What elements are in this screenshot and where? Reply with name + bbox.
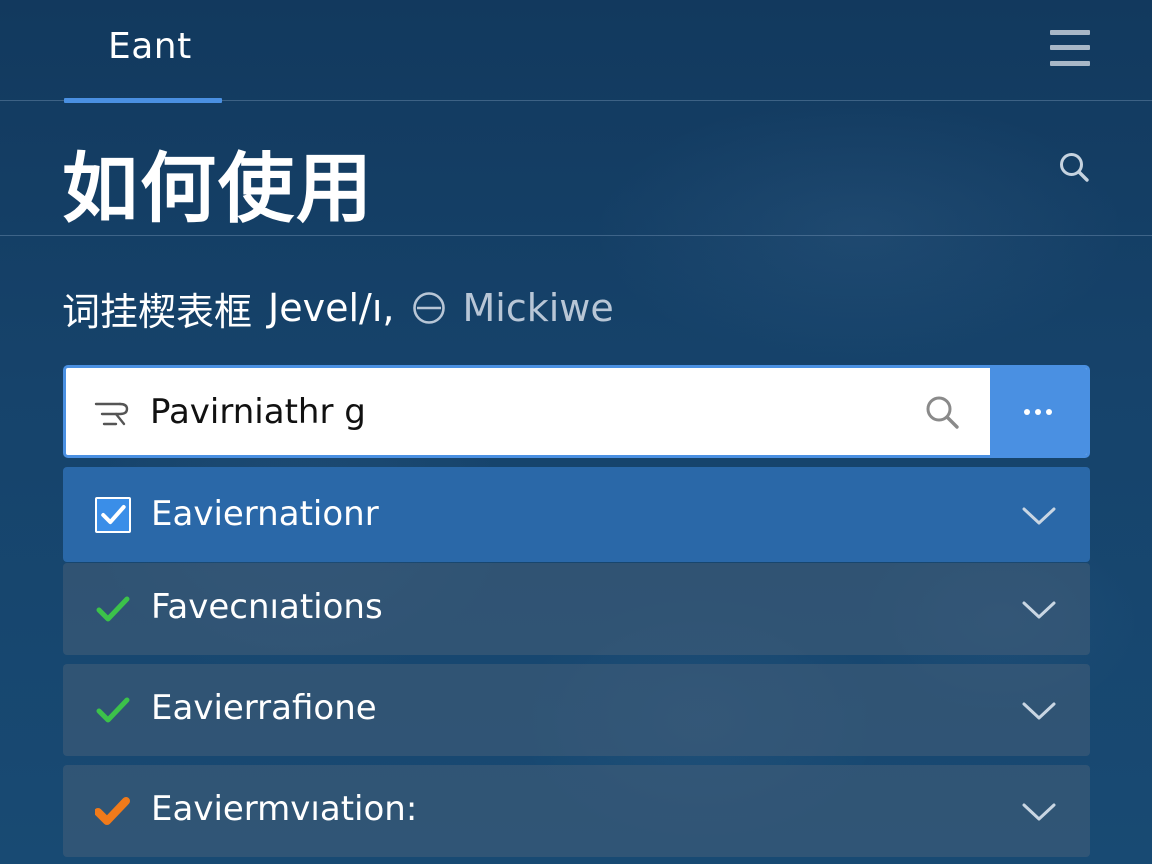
checkbox-checked-icon[interactable] bbox=[95, 497, 131, 533]
more-button[interactable] bbox=[990, 368, 1087, 455]
menu-icon[interactable] bbox=[1050, 30, 1090, 66]
subtitle-main: 词挂楔表框 bbox=[62, 289, 253, 334]
subtitle-secondary: Jevel/ı, bbox=[268, 286, 395, 330]
search-icon[interactable] bbox=[1058, 151, 1090, 183]
tab-active[interactable]: Eant bbox=[64, 0, 222, 103]
list-item-label: Favecnıations bbox=[151, 587, 383, 627]
chevron-down-icon[interactable] bbox=[1021, 598, 1057, 622]
list-item-label: Eaviermvıation: bbox=[151, 789, 418, 829]
filter-icon[interactable] bbox=[94, 396, 130, 428]
circle-minus-icon bbox=[413, 292, 446, 324]
list-item[interactable]: Eavierrafione bbox=[63, 664, 1090, 756]
check-icon bbox=[96, 697, 130, 723]
check-icon bbox=[96, 596, 130, 622]
title-row: 如何使用 bbox=[0, 101, 1152, 236]
search-input[interactable] bbox=[150, 382, 890, 442]
subtitle-user[interactable]: Mickiwe bbox=[462, 286, 613, 330]
check-orange-icon bbox=[95, 797, 130, 825]
search-icon[interactable] bbox=[924, 394, 960, 430]
list-item[interactable]: Eaviernationr bbox=[63, 467, 1090, 562]
top-bar: Eant bbox=[0, 0, 1152, 103]
page-title: 如何使用 bbox=[62, 144, 374, 233]
list-item[interactable]: Eaviermvıation: bbox=[63, 765, 1090, 857]
list-item-label: Eavierrafione bbox=[151, 688, 377, 728]
chevron-down-icon[interactable] bbox=[1021, 699, 1057, 723]
chevron-down-icon[interactable] bbox=[1021, 504, 1057, 528]
list-item-label: Eaviernationr bbox=[151, 494, 379, 534]
list-item[interactable]: Favecnıations bbox=[63, 563, 1090, 655]
tab-label: Eant bbox=[108, 26, 192, 67]
subtitle: 词挂楔表框 Jevel/ı, Mickiwe bbox=[62, 283, 614, 334]
search-bar bbox=[63, 365, 1090, 458]
chevron-down-icon[interactable] bbox=[1021, 800, 1057, 824]
